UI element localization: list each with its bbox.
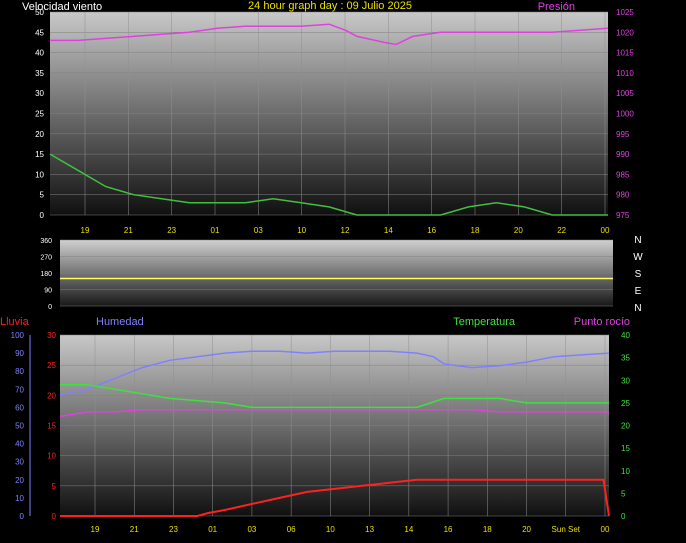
pressure-tick-label: 995 bbox=[616, 130, 630, 139]
pressure-tick-label: 990 bbox=[616, 150, 630, 159]
x-tick-label: 00 bbox=[601, 226, 610, 235]
pressure-tick-label: 1015 bbox=[616, 49, 634, 58]
temperature-tick-label: 5 bbox=[621, 489, 626, 498]
x-tick-label-bottom: 13 bbox=[365, 525, 374, 534]
x-tick-label: 23 bbox=[167, 226, 176, 235]
humidity-tick-label: 100 bbox=[11, 331, 25, 340]
wind-tick-label: 5 bbox=[40, 191, 45, 200]
temperature-tick-label: 40 bbox=[621, 331, 630, 340]
humidity-tick-label: 10 bbox=[15, 494, 24, 503]
pressure-tick-label: 985 bbox=[616, 170, 630, 179]
humidity-tick-label: 0 bbox=[20, 512, 25, 521]
wind-tick-label: 40 bbox=[35, 49, 44, 58]
x-tick-label: 18 bbox=[471, 226, 480, 235]
pressure-tick-label: 1020 bbox=[616, 28, 634, 37]
compass-label: W bbox=[633, 252, 643, 263]
pressure-tick-label: 980 bbox=[616, 191, 630, 200]
wind-tick-label: 0 bbox=[40, 211, 45, 220]
dew-axis-label: Punto rocío bbox=[574, 316, 630, 328]
humidity-tick-label: 40 bbox=[15, 440, 24, 449]
x-tick-label: 12 bbox=[341, 226, 350, 235]
temperature-tick-label: 0 bbox=[621, 512, 626, 521]
temperature-tick-label: 35 bbox=[621, 354, 630, 363]
temperature-axis-label: Temperatura bbox=[453, 316, 516, 328]
humidity-tick-label: 20 bbox=[15, 476, 24, 485]
x-tick-label-bottom: Sun Set bbox=[552, 525, 581, 534]
rain-tick-label: 15 bbox=[47, 422, 56, 431]
pressure-tick-label: 1010 bbox=[616, 69, 634, 78]
x-tick-label-bottom: 16 bbox=[444, 525, 453, 534]
wind-tick-label: 35 bbox=[35, 69, 44, 78]
temperature-tick-label: 15 bbox=[621, 444, 630, 453]
pressure-tick-label: 1025 bbox=[616, 8, 634, 17]
x-tick-label: 03 bbox=[254, 226, 263, 235]
pressure-tick-label: 1005 bbox=[616, 89, 634, 98]
x-tick-label: 01 bbox=[211, 226, 220, 235]
x-tick-label: 21 bbox=[124, 226, 133, 235]
pressure-tick-label: 1000 bbox=[616, 110, 634, 119]
direction-tick-label: 90 bbox=[44, 288, 52, 295]
chart-title: 24 hour graph day : 09 Julio 2025 bbox=[248, 0, 412, 12]
direction-tick-label: 360 bbox=[40, 238, 52, 245]
x-tick-label-bottom: 19 bbox=[91, 525, 100, 534]
x-tick-label: 20 bbox=[514, 226, 523, 235]
rain-tick-label: 30 bbox=[47, 331, 56, 340]
wind-tick-label: 30 bbox=[35, 89, 44, 98]
rain-tick-label: 25 bbox=[47, 361, 56, 370]
pressure-tick-label: 975 bbox=[616, 211, 630, 220]
x-tick-label-bottom: 21 bbox=[130, 525, 139, 534]
compass-label: E bbox=[635, 286, 642, 297]
temperature-tick-label: 30 bbox=[621, 376, 630, 385]
rain-axis-label: Lluvia bbox=[0, 316, 30, 328]
compass-label: N bbox=[634, 303, 641, 314]
wind-tick-label: 45 bbox=[35, 28, 44, 37]
compass-label: N bbox=[634, 235, 641, 246]
humidity-tick-label: 90 bbox=[15, 349, 24, 358]
x-tick-label-bottom: 03 bbox=[247, 525, 256, 534]
humidity-tick-label: 70 bbox=[15, 385, 24, 394]
x-tick-label-bottom: 18 bbox=[483, 525, 492, 534]
x-tick-label: 19 bbox=[81, 226, 90, 235]
x-tick-label-bottom: 06 bbox=[287, 525, 296, 534]
x-tick-label: 10 bbox=[297, 226, 306, 235]
weather-chart: 0510152025303540455097598098599099510001… bbox=[0, 0, 643, 534]
temperature-tick-label: 25 bbox=[621, 399, 630, 408]
wind-tick-label: 25 bbox=[35, 110, 44, 119]
humidity-axis-label: Humedad bbox=[96, 316, 144, 328]
rain-tick-label: 10 bbox=[47, 452, 56, 461]
x-tick-label: 16 bbox=[427, 226, 436, 235]
temperature-tick-label: 20 bbox=[621, 422, 630, 431]
pressure-axis-label: Presión bbox=[538, 1, 575, 13]
wind-axis-label: Velocidad viento bbox=[22, 1, 102, 13]
humidity-tick-label: 60 bbox=[15, 403, 24, 412]
wind-tick-label: 10 bbox=[35, 170, 44, 179]
x-tick-label: 14 bbox=[384, 226, 393, 235]
direction-tick-label: 270 bbox=[40, 255, 52, 262]
x-tick-label-bottom: 20 bbox=[522, 525, 531, 534]
x-tick-label-bottom: 23 bbox=[169, 525, 178, 534]
x-tick-label: 22 bbox=[557, 226, 566, 235]
x-tick-label-bottom: 01 bbox=[208, 525, 217, 534]
x-tick-label-bottom: 14 bbox=[404, 525, 413, 534]
wind-tick-label: 20 bbox=[35, 130, 44, 139]
rain-tick-label: 0 bbox=[52, 512, 57, 521]
humidity-tick-label: 30 bbox=[15, 458, 24, 467]
humidity-tick-label: 80 bbox=[15, 367, 24, 376]
compass-label: S bbox=[635, 269, 642, 280]
x-tick-label-bottom: 00 bbox=[601, 525, 610, 534]
direction-tick-label: 0 bbox=[48, 304, 52, 311]
x-tick-label-bottom: 10 bbox=[326, 525, 335, 534]
rain-tick-label: 5 bbox=[52, 482, 57, 491]
temperature-tick-label: 10 bbox=[621, 467, 630, 476]
humidity-tick-label: 50 bbox=[15, 422, 24, 431]
wind-tick-label: 15 bbox=[35, 150, 44, 159]
direction-tick-label: 180 bbox=[40, 271, 52, 278]
rain-tick-label: 20 bbox=[47, 391, 56, 400]
